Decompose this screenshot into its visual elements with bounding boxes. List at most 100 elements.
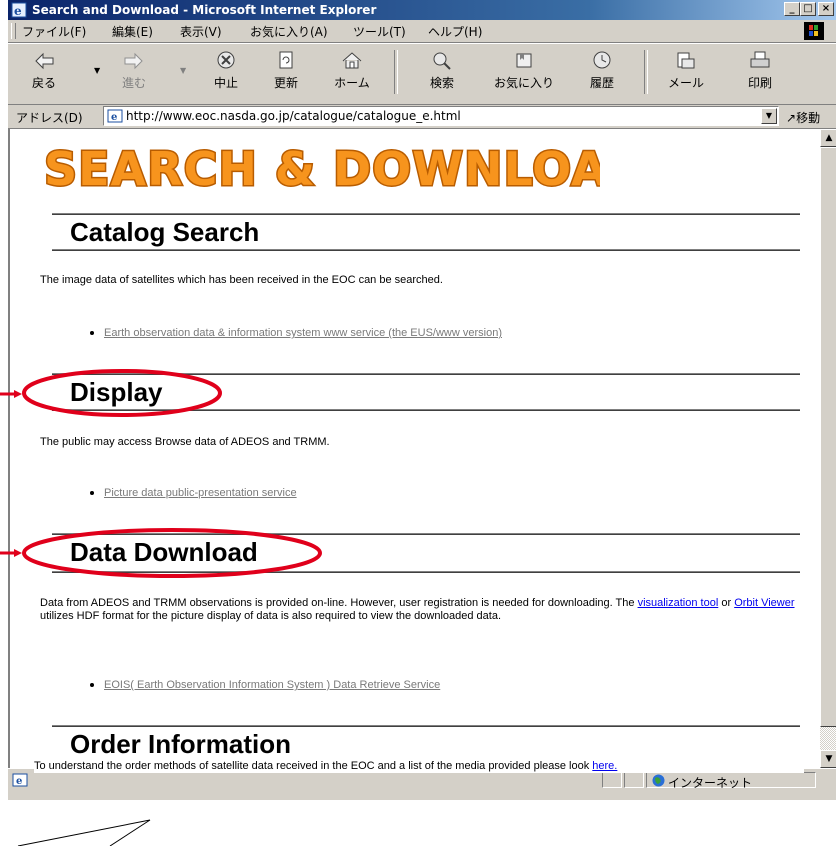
globe-icon [652,774,665,787]
home-button[interactable]: ホーム [330,46,374,100]
svg-text:e: e [14,4,22,18]
svg-text:e: e [16,776,22,787]
svg-text:e: e [111,112,117,123]
section-rule [52,249,800,251]
favorites-label: お気に入り [494,76,555,90]
go-label: 移動 [796,111,821,125]
here-link[interactable]: here. [592,760,617,772]
history-label: 履歴 [589,76,614,90]
close-button[interactable]: × [818,2,834,16]
refresh-button[interactable]: 更新 [264,46,308,100]
orbit-viewer-link[interactable]: Orbit Viewer [734,597,794,609]
page-icon: e [107,109,123,123]
mail-label: メール [667,76,704,90]
bullet-icon [90,331,94,336]
history-icon [593,51,611,69]
catalog-search-text: The image data of satellites which has b… [40,274,443,286]
display-text: The public may access Browse data of ADE… [40,436,330,448]
callout-line [109,819,151,846]
forward-arrow-icon [124,52,143,70]
favorites-icon [516,53,532,68]
page-icon: e [12,773,28,787]
svg-text:SEARCH & DOWNLOAD: SEARCH & DOWNLOAD [44,142,600,196]
history-button[interactable]: 履歴 [580,46,624,100]
maximize-button[interactable]: □ [800,2,816,16]
windows-logo-icon [804,22,824,40]
menu-file[interactable]: ファイル(F) [22,23,86,40]
mail-icon [677,52,695,69]
back-dropdown-icon[interactable]: ▼ [94,66,100,75]
home-label: ホーム [334,76,370,90]
menu-edit[interactable]: 編集(E) [112,23,153,40]
callout-line [17,819,151,846]
section-rule [52,725,800,727]
search-icon [433,52,451,70]
back-arrow-icon [35,52,54,70]
section-heading-order-information: Order Information [70,729,292,759]
forward-dropdown-icon[interactable]: ▼ [180,66,186,75]
mail-button[interactable]: メール [664,46,708,100]
scroll-up-arrow-icon[interactable]: ▲ [820,129,836,147]
stop-button[interactable]: 中止 [204,46,248,100]
address-dropdown-icon[interactable]: ▼ [761,108,777,124]
data-download-text-2: or [718,597,735,609]
visualization-tool-link[interactable]: visualization tool [638,597,719,609]
address-bar: アドレス(D) e http://www.eoc.nasda.go.jp/cat… [8,104,836,129]
menu-grip [11,23,16,39]
back-label: 戻る [31,76,56,90]
bullet-icon [90,683,94,688]
address-input[interactable]: e http://www.eoc.nasda.go.jp/catalogue/c… [103,106,779,126]
browser-window: e Search and Download - Microsoft Intern… [6,0,836,800]
window-title: Search and Download - Microsoft Internet… [32,3,377,17]
go-button[interactable]: ↗移動 [786,109,820,126]
eois-link[interactable]: EOIS( Earth Observation Information Syst… [104,679,440,691]
section-heading-catalog-search: Catalog Search [70,217,260,247]
picture-data-link[interactable]: Picture data public-presentation service [104,487,297,499]
ie-icon: e [11,2,27,18]
address-url: http://www.eoc.nasda.go.jp/catalogue/cat… [126,109,461,123]
back-button[interactable]: 戻る [22,46,66,100]
menu-favorites[interactable]: お気に入り(A) [250,23,328,40]
scroll-thumb[interactable] [820,147,836,727]
toolbar-separator [644,50,648,94]
refresh-label: 更新 [273,76,298,90]
section-rule [52,571,800,573]
go-arrow-icon: ↗ [786,111,797,125]
search-button[interactable]: 検索 [420,46,464,100]
scroll-down-arrow-icon[interactable]: ▼ [820,750,836,768]
section-rule [52,213,800,215]
menu-bar: ファイル(F) 編集(E) 表示(V) お気に入り(A) ツール(T) ヘルプ(… [8,20,836,43]
menu-view[interactable]: 表示(V) [180,23,222,40]
bullet-icon [90,491,94,496]
status-cell [602,772,622,788]
data-download-text: Data from ADEOS and TRMM observations is… [40,597,810,623]
eus-www-link[interactable]: Earth observation data & information sys… [104,327,502,339]
list-item: Earth observation data & information sys… [90,327,502,339]
toolbar-separator [394,50,398,94]
forward-button[interactable]: 進む [112,46,156,100]
search-download-banner: SEARCH & DOWNLOAD [43,141,601,198]
refresh-icon [279,51,293,69]
section-rule [52,533,800,535]
list-item: EOIS( Earth Observation Information Syst… [90,679,440,691]
minimize-button[interactable]: _ [784,2,800,16]
print-label: 印刷 [747,76,772,90]
data-download-text-1: Data from ADEOS and TRMM observations is… [40,597,638,609]
print-button[interactable]: 印刷 [738,46,782,100]
section-heading-data-download: Data Download [70,537,258,567]
section-rule [52,409,800,411]
home-icon [342,52,362,69]
vertical-scrollbar[interactable]: ▲ ▼ [820,129,836,768]
toolbar: 戻る ▼ 進む ▼ 中止 更新 ホーム 検索 お気に入り 履歴 メール 印刷 [8,43,836,105]
page-content: SEARCH & DOWNLOAD Catalog Search The ima… [8,129,820,768]
status-cell [624,772,644,788]
order-information-sentence: To understand the order methods of satel… [34,760,593,772]
address-label: アドレス(D) [16,111,83,125]
search-label: 検索 [429,76,454,90]
menu-help[interactable]: ヘルプ(H) [428,23,482,40]
menu-tools[interactable]: ツール(T) [353,23,406,40]
section-heading-display: Display [70,377,163,407]
favorites-button[interactable]: お気に入り [494,46,554,100]
list-item: Picture data public-presentation service [90,487,297,499]
title-bar[interactable]: e Search and Download - Microsoft Intern… [8,0,836,20]
